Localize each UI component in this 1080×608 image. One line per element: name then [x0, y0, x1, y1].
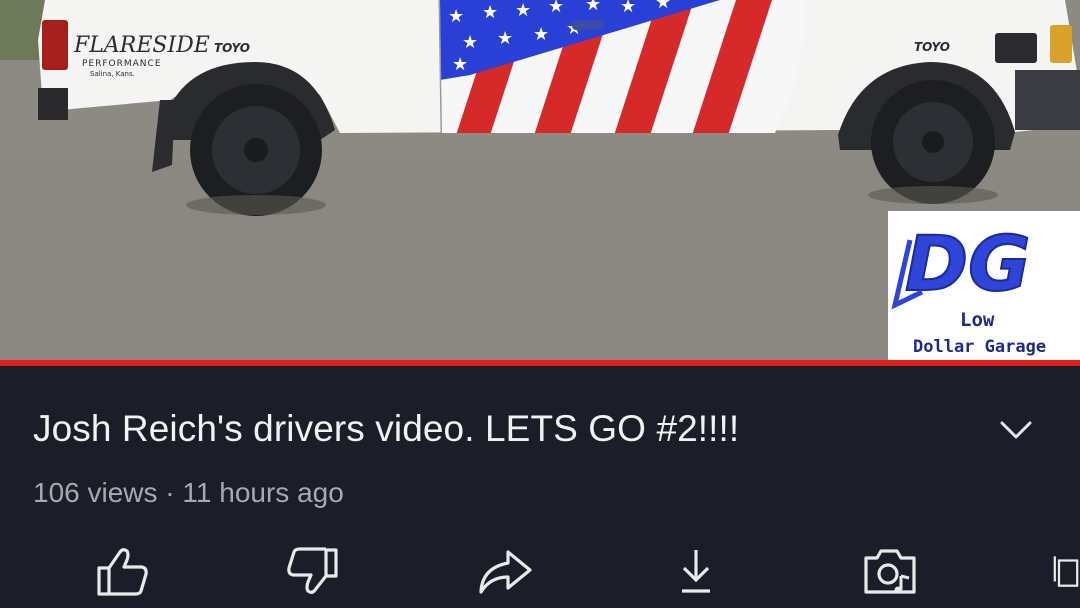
- decal-brand: FLARESIDE: [73, 33, 210, 58]
- channel-logo-line2: Dollar Garage: [913, 337, 1046, 357]
- chevron-down-icon: [1000, 421, 1032, 439]
- remix-button[interactable]: [860, 546, 920, 606]
- decal-brand-city: Salina, Kans.: [90, 70, 135, 78]
- video-title: Josh Reich's drivers video. LETS GO #2!!…: [33, 408, 740, 449]
- thumbs-down-icon: [287, 547, 338, 594]
- video-player[interactable]: ★★★★★★★ ★★★★ ★ FLARESIDE PERFORMANCE Sal…: [0, 0, 1080, 360]
- share-button[interactable]: [475, 546, 535, 606]
- svg-text:★: ★: [585, 0, 601, 15]
- download-button[interactable]: [666, 546, 726, 606]
- svg-text:★: ★: [482, 2, 498, 23]
- svg-text:★: ★: [548, 0, 564, 17]
- decal-tire-brand-left: TOYO: [214, 41, 250, 55]
- svg-text:★: ★: [462, 32, 478, 53]
- video-info-panel: Josh Reich's drivers video. LETS GO #2!!…: [0, 366, 1080, 608]
- svg-text:★: ★: [533, 24, 549, 45]
- view-count: 106 views: [33, 477, 158, 508]
- thumbs-up-icon: [97, 548, 148, 596]
- svg-text:★: ★: [655, 0, 671, 13]
- expand-description-button[interactable]: [994, 410, 1038, 450]
- channel-logo-line1: Low: [960, 309, 995, 331]
- meta-separator: ·: [157, 477, 183, 508]
- svg-text:★: ★: [497, 28, 513, 49]
- decal-tire-brand-right: TOYO: [914, 40, 950, 54]
- share-icon: [479, 550, 532, 594]
- decal-brand-sub: PERFORMANCE: [82, 59, 162, 69]
- download-icon: [682, 550, 710, 593]
- upload-age: 11 hours ago: [182, 477, 344, 508]
- like-button[interactable]: [91, 546, 151, 606]
- remix-camera-icon: [864, 549, 916, 594]
- svg-text:★: ★: [448, 6, 464, 27]
- channel-logo-initials: DG: [905, 219, 1030, 308]
- svg-text:★: ★: [515, 0, 531, 21]
- save-icon: [1053, 556, 1079, 587]
- dislike-button[interactable]: [284, 546, 344, 606]
- svg-text:★: ★: [620, 0, 636, 17]
- channel-logo: DG Low Dollar Garage: [888, 211, 1080, 360]
- save-button[interactable]: [1052, 546, 1080, 606]
- svg-text:★: ★: [452, 54, 468, 75]
- video-thumbnail: ★★★★★★★ ★★★★ ★ FLARESIDE PERFORMANCE Sal…: [0, 0, 1080, 360]
- video-meta: 106 views · 11 hours ago: [33, 477, 344, 509]
